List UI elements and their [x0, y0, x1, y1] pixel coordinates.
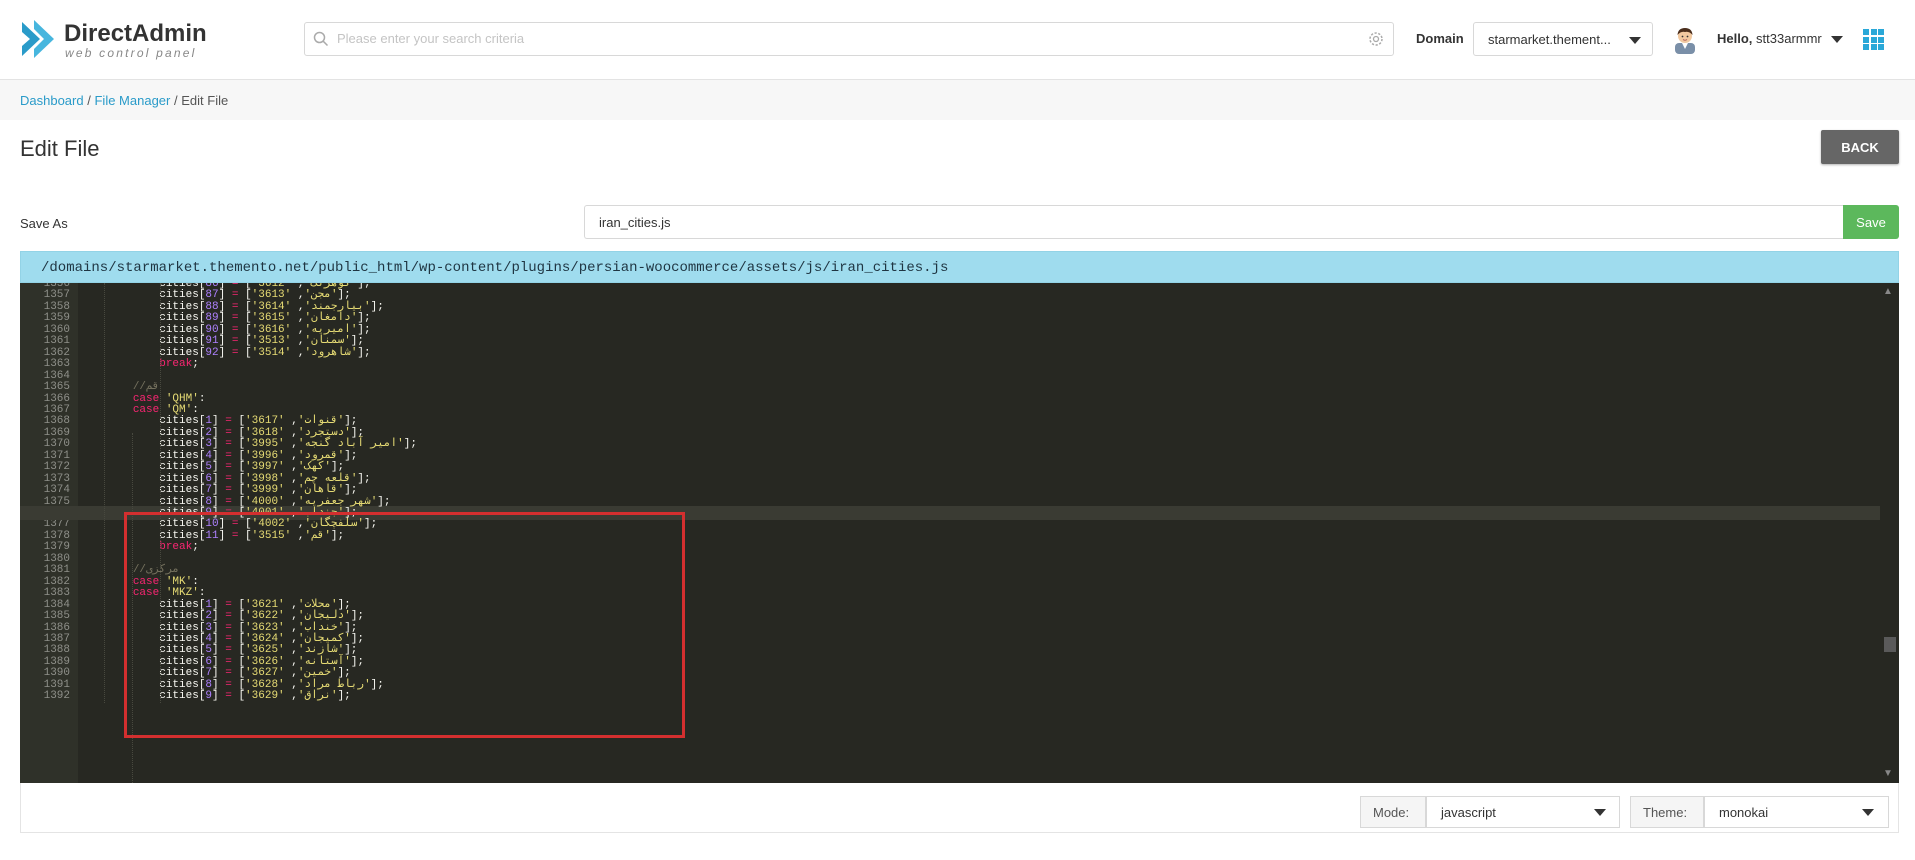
mode-label: Mode: [1360, 796, 1426, 828]
search-input[interactable] [335, 30, 1349, 47]
domain-select[interactable]: starmarket.thement... [1473, 22, 1653, 56]
breadcrumb-dashboard-link[interactable]: Dashboard [20, 93, 84, 108]
hello-label: Hello, [1717, 31, 1753, 46]
chevron-down-icon [1594, 809, 1606, 816]
file-path-bar: /domains/starmarket.themento.net/public_… [20, 251, 1899, 283]
search-box [304, 22, 1394, 56]
logo-tagline: web control panel [65, 46, 197, 60]
breadcrumb-current: Edit File [181, 93, 229, 108]
domain-select-value: starmarket.thement... [1488, 32, 1611, 47]
user-menu[interactable]: Hello, stt33armmr [1717, 31, 1822, 46]
filename-input[interactable] [584, 205, 1843, 239]
scroll-down-arrow-icon[interactable]: ▼ [1883, 768, 1893, 779]
theme-select-value: monokai [1719, 805, 1769, 820]
top-bar: DirectAdmin web control panel Domain sta… [0, 0, 1915, 80]
back-button[interactable]: BACK [1821, 130, 1899, 164]
save-button[interactable]: Save [1843, 205, 1899, 239]
theme-select[interactable]: monokai [1704, 796, 1889, 828]
save-as-label: Save As [20, 216, 68, 231]
editor-settings-bar: Mode: javascript Theme: monokai [20, 783, 1899, 833]
line-number-gutter: 1356 1357 1358 1359 1360 1361 1362 1363 1364 1365… [20, 283, 78, 783]
scrollbar-thumb[interactable] [1884, 637, 1896, 652]
theme-label: Theme: [1630, 796, 1704, 828]
scroll-up-arrow-icon[interactable]: ▲ [1883, 286, 1893, 297]
line-number: 1392 [43, 690, 70, 703]
logo-icon [22, 20, 54, 58]
highlight-annotation-box [124, 512, 685, 738]
user-menu-chevron-icon[interactable] [1831, 36, 1843, 43]
mode-select[interactable]: javascript [1426, 796, 1620, 828]
editor-scrollbar[interactable]: ▲ ▼ [1881, 284, 1897, 782]
username: stt33armmr [1756, 31, 1822, 46]
page-title: Edit File [20, 136, 100, 161]
apps-grid-icon[interactable] [1863, 29, 1884, 50]
breadcrumb-file-manager-link[interactable]: File Manager [94, 93, 170, 108]
breadcrumb: Dashboard / File Manager / Edit File [20, 93, 228, 108]
search-icon [313, 31, 329, 47]
chevron-down-icon [1629, 37, 1641, 44]
indent-guide [104, 283, 105, 703]
edit-file-panel: Edit File BACK Save As Save /domains/sta… [0, 120, 1915, 860]
breadcrumb-separator: / [173, 93, 178, 108]
breadcrumb-separator: / [87, 93, 91, 108]
directadmin-logo[interactable]: DirectAdmin web control panel [20, 18, 207, 60]
logo-name: DirectAdmin [64, 20, 207, 47]
user-avatar-icon[interactable] [1672, 26, 1698, 54]
search-settings-gear-icon[interactable] [1367, 30, 1385, 48]
code-line[interactable]: break; [80, 357, 199, 371]
mode-select-value: javascript [1441, 805, 1496, 820]
chevron-down-icon [1862, 809, 1874, 816]
domain-label: Domain [1416, 31, 1464, 46]
